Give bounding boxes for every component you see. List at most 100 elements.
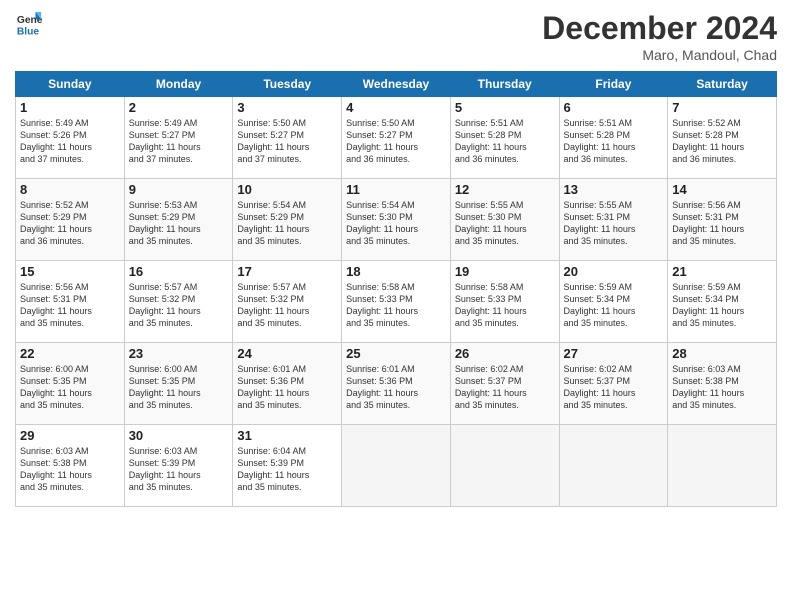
calendar-week-3: 15 Sunrise: 5:56 AM Sunset: 5:31 PM Dayli… xyxy=(16,261,777,343)
day-number: 23 xyxy=(129,346,229,361)
day-number: 3 xyxy=(237,100,337,115)
day-number: 5 xyxy=(455,100,555,115)
calendar-cell: 31 Sunrise: 6:04 AM Sunset: 5:39 PM Dayli… xyxy=(233,425,342,507)
day-info: Sunrise: 5:59 AM Sunset: 5:34 PM Dayligh… xyxy=(672,281,772,330)
svg-text:Blue: Blue xyxy=(17,26,40,37)
day-info: Sunrise: 5:55 AM Sunset: 5:31 PM Dayligh… xyxy=(564,199,664,248)
calendar-cell: 4 Sunrise: 5:50 AM Sunset: 5:27 PM Daylig… xyxy=(342,97,451,179)
calendar-cell: 8 Sunrise: 5:52 AM Sunset: 5:29 PM Daylig… xyxy=(16,179,125,261)
day-number: 13 xyxy=(564,182,664,197)
calendar-cell: 15 Sunrise: 5:56 AM Sunset: 5:31 PM Dayli… xyxy=(16,261,125,343)
day-info: Sunrise: 6:00 AM Sunset: 5:35 PM Dayligh… xyxy=(20,363,120,412)
header-row: Sunday Monday Tuesday Wednesday Thursday… xyxy=(16,72,777,97)
day-info: Sunrise: 6:03 AM Sunset: 5:38 PM Dayligh… xyxy=(672,363,772,412)
day-info: Sunrise: 5:56 AM Sunset: 5:31 PM Dayligh… xyxy=(672,199,772,248)
day-number: 25 xyxy=(346,346,446,361)
calendar-cell: 14 Sunrise: 5:56 AM Sunset: 5:31 PM Dayli… xyxy=(668,179,777,261)
day-info: Sunrise: 5:58 AM Sunset: 5:33 PM Dayligh… xyxy=(346,281,446,330)
calendar-week-1: 1Sunrise: 5:49 AM Sunset: 5:26 PM Daylig… xyxy=(16,97,777,179)
day-number: 22 xyxy=(20,346,120,361)
day-info: Sunrise: 5:57 AM Sunset: 5:32 PM Dayligh… xyxy=(129,281,229,330)
day-number: 19 xyxy=(455,264,555,279)
day-info: Sunrise: 6:04 AM Sunset: 5:39 PM Dayligh… xyxy=(237,445,337,494)
day-info: Sunrise: 6:03 AM Sunset: 5:39 PM Dayligh… xyxy=(129,445,229,494)
calendar-table: Sunday Monday Tuesday Wednesday Thursday… xyxy=(15,71,777,507)
day-info: Sunrise: 5:54 AM Sunset: 5:29 PM Dayligh… xyxy=(237,199,337,248)
day-info: Sunrise: 5:49 AM Sunset: 5:27 PM Dayligh… xyxy=(129,117,229,166)
calendar-cell: 6 Sunrise: 5:51 AM Sunset: 5:28 PM Daylig… xyxy=(559,97,668,179)
day-number: 21 xyxy=(672,264,772,279)
day-number: 31 xyxy=(237,428,337,443)
calendar-cell: 19 Sunrise: 5:58 AM Sunset: 5:33 PM Dayli… xyxy=(450,261,559,343)
day-number: 14 xyxy=(672,182,772,197)
day-info: Sunrise: 6:00 AM Sunset: 5:35 PM Dayligh… xyxy=(129,363,229,412)
day-info: Sunrise: 5:57 AM Sunset: 5:32 PM Dayligh… xyxy=(237,281,337,330)
day-number: 18 xyxy=(346,264,446,279)
calendar-cell: 10 Sunrise: 5:54 AM Sunset: 5:29 PM Dayli… xyxy=(233,179,342,261)
col-tuesday: Tuesday xyxy=(233,72,342,97)
logo: General Blue xyxy=(15,10,43,38)
calendar-cell: 24 Sunrise: 6:01 AM Sunset: 5:36 PM Dayli… xyxy=(233,343,342,425)
calendar-cell: 17 Sunrise: 5:57 AM Sunset: 5:32 PM Dayli… xyxy=(233,261,342,343)
calendar-cell: 3 Sunrise: 5:50 AM Sunset: 5:27 PM Daylig… xyxy=(233,97,342,179)
day-info: Sunrise: 6:03 AM Sunset: 5:38 PM Dayligh… xyxy=(20,445,120,494)
calendar-cell: 30 Sunrise: 6:03 AM Sunset: 5:39 PM Dayli… xyxy=(124,425,233,507)
calendar-cell: 22 Sunrise: 6:00 AM Sunset: 5:35 PM Dayli… xyxy=(16,343,125,425)
calendar-week-4: 22 Sunrise: 6:00 AM Sunset: 5:35 PM Dayli… xyxy=(16,343,777,425)
day-info: Sunrise: 6:01 AM Sunset: 5:36 PM Dayligh… xyxy=(346,363,446,412)
calendar-cell: 13 Sunrise: 5:55 AM Sunset: 5:31 PM Dayli… xyxy=(559,179,668,261)
calendar-cell: 25 Sunrise: 6:01 AM Sunset: 5:36 PM Dayli… xyxy=(342,343,451,425)
day-number: 17 xyxy=(237,264,337,279)
day-number: 9 xyxy=(129,182,229,197)
calendar-cell xyxy=(668,425,777,507)
day-number: 7 xyxy=(672,100,772,115)
calendar-cell: 1Sunrise: 5:49 AM Sunset: 5:26 PM Daylig… xyxy=(16,97,125,179)
day-info: Sunrise: 5:51 AM Sunset: 5:28 PM Dayligh… xyxy=(455,117,555,166)
calendar-cell: 21 Sunrise: 5:59 AM Sunset: 5:34 PM Dayli… xyxy=(668,261,777,343)
calendar-week-2: 8 Sunrise: 5:52 AM Sunset: 5:29 PM Daylig… xyxy=(16,179,777,261)
calendar-cell: 5 Sunrise: 5:51 AM Sunset: 5:28 PM Daylig… xyxy=(450,97,559,179)
day-number: 15 xyxy=(20,264,120,279)
calendar-cell: 16 Sunrise: 5:57 AM Sunset: 5:32 PM Dayli… xyxy=(124,261,233,343)
calendar-cell: 28Sunrise: 6:03 AM Sunset: 5:38 PM Dayli… xyxy=(668,343,777,425)
calendar-cell: 20Sunrise: 5:59 AM Sunset: 5:34 PM Dayli… xyxy=(559,261,668,343)
calendar-cell: 29 Sunrise: 6:03 AM Sunset: 5:38 PM Dayli… xyxy=(16,425,125,507)
day-number: 2 xyxy=(129,100,229,115)
day-number: 6 xyxy=(564,100,664,115)
day-number: 4 xyxy=(346,100,446,115)
col-monday: Monday xyxy=(124,72,233,97)
day-info: Sunrise: 5:49 AM Sunset: 5:26 PM Dayligh… xyxy=(20,117,120,166)
calendar-cell: 23 Sunrise: 6:00 AM Sunset: 5:35 PM Dayli… xyxy=(124,343,233,425)
day-number: 24 xyxy=(237,346,337,361)
day-info: Sunrise: 5:56 AM Sunset: 5:31 PM Dayligh… xyxy=(20,281,120,330)
day-info: Sunrise: 5:50 AM Sunset: 5:27 PM Dayligh… xyxy=(237,117,337,166)
day-info: Sunrise: 5:54 AM Sunset: 5:30 PM Dayligh… xyxy=(346,199,446,248)
day-number: 30 xyxy=(129,428,229,443)
day-info: Sunrise: 5:58 AM Sunset: 5:33 PM Dayligh… xyxy=(455,281,555,330)
day-info: Sunrise: 6:01 AM Sunset: 5:36 PM Dayligh… xyxy=(237,363,337,412)
header: General Blue December 2024 Maro, Mandoul… xyxy=(15,10,777,63)
col-sunday: Sunday xyxy=(16,72,125,97)
day-info: Sunrise: 5:52 AM Sunset: 5:28 PM Dayligh… xyxy=(672,117,772,166)
day-number: 16 xyxy=(129,264,229,279)
day-info: Sunrise: 5:50 AM Sunset: 5:27 PM Dayligh… xyxy=(346,117,446,166)
col-saturday: Saturday xyxy=(668,72,777,97)
calendar-cell: 26 Sunrise: 6:02 AM Sunset: 5:37 PM Dayli… xyxy=(450,343,559,425)
calendar-cell: 2 Sunrise: 5:49 AM Sunset: 5:27 PM Daylig… xyxy=(124,97,233,179)
day-info: Sunrise: 5:51 AM Sunset: 5:28 PM Dayligh… xyxy=(564,117,664,166)
day-number: 26 xyxy=(455,346,555,361)
day-info: Sunrise: 5:59 AM Sunset: 5:34 PM Dayligh… xyxy=(564,281,664,330)
day-info: Sunrise: 5:52 AM Sunset: 5:29 PM Dayligh… xyxy=(20,199,120,248)
day-number: 8 xyxy=(20,182,120,197)
day-info: Sunrise: 6:02 AM Sunset: 5:37 PM Dayligh… xyxy=(455,363,555,412)
day-number: 10 xyxy=(237,182,337,197)
calendar-cell: 12Sunrise: 5:55 AM Sunset: 5:30 PM Dayli… xyxy=(450,179,559,261)
calendar-week-5: 29 Sunrise: 6:03 AM Sunset: 5:38 PM Dayli… xyxy=(16,425,777,507)
calendar-cell xyxy=(342,425,451,507)
day-number: 29 xyxy=(20,428,120,443)
day-info: Sunrise: 5:53 AM Sunset: 5:29 PM Dayligh… xyxy=(129,199,229,248)
calendar-cell: 27Sunrise: 6:02 AM Sunset: 5:37 PM Dayli… xyxy=(559,343,668,425)
col-wednesday: Wednesday xyxy=(342,72,451,97)
calendar-cell xyxy=(559,425,668,507)
day-number: 27 xyxy=(564,346,664,361)
